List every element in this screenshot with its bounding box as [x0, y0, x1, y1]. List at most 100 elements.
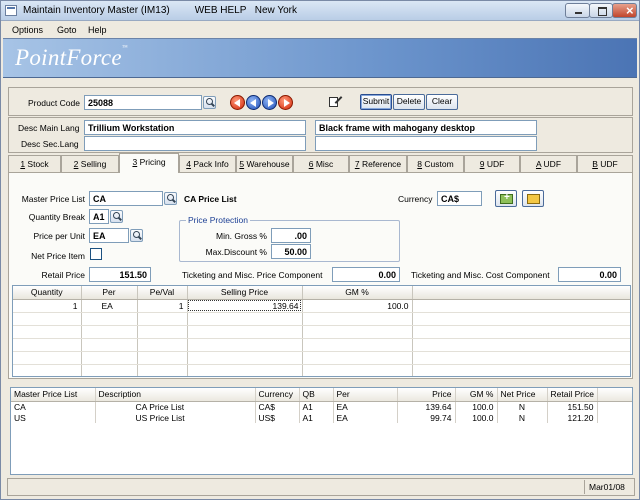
menu-options[interactable]: Options: [12, 25, 43, 35]
col-pe-val[interactable]: Pe/Val: [137, 286, 188, 300]
col-selling-price[interactable]: Selling Price: [187, 286, 303, 300]
submit-button[interactable]: Submit: [360, 94, 392, 110]
cell-selling-price[interactable]: 139.64: [187, 299, 303, 313]
list-cell-master: CA: [11, 401, 96, 412]
tab-warehouse[interactable]: 5 Warehouse: [236, 155, 293, 172]
menu-goto[interactable]: Goto: [57, 25, 77, 35]
price-break-grid[interactable]: Quantity Per Pe/Val Selling Price GM % 1…: [12, 285, 631, 377]
list-cell-price: 139.64: [397, 401, 456, 412]
list-cell-per: EA: [333, 401, 398, 412]
col-currency[interactable]: Currency: [255, 388, 300, 402]
table-row[interactable]: [13, 325, 630, 339]
col-price[interactable]: Price: [397, 388, 456, 402]
table-row[interactable]: [13, 338, 630, 352]
table-row[interactable]: 1 EA 1 139.64 100.0: [13, 299, 630, 313]
next-record-icon[interactable]: [262, 95, 277, 110]
tab-custom[interactable]: 8 Custom: [407, 155, 464, 172]
open-folder-button[interactable]: [522, 190, 544, 207]
col-quantity[interactable]: Quantity: [13, 286, 82, 300]
menu-help[interactable]: Help: [88, 25, 107, 35]
previous-record-icon[interactable]: [246, 95, 261, 110]
title-bar: Maintain Inventory Master (IM13) WEB HEL…: [1, 1, 639, 21]
master-price-list-label: Master Price List: [21, 194, 85, 204]
net-price-item-checkbox[interactable]: [90, 248, 102, 260]
min-gross-field[interactable]: .00: [271, 228, 311, 243]
product-code-field[interactable]: 25088: [84, 95, 202, 110]
add-price-list-button[interactable]: [495, 190, 517, 207]
delete-button[interactable]: Delete: [393, 94, 425, 110]
brand-banner: PointForce™: [3, 38, 637, 78]
col-net-price[interactable]: Net Price: [497, 388, 548, 402]
master-price-list-field[interactable]: CA: [89, 191, 163, 206]
desc-main-field-1[interactable]: Trillium Workstation: [84, 120, 306, 135]
table-row[interactable]: [13, 364, 630, 376]
min-gross-label: Min. Gross %: [215, 231, 267, 241]
cell-pe-val[interactable]: 1: [137, 299, 188, 313]
first-record-icon[interactable]: [230, 95, 245, 110]
product-code-label: Product Code: [28, 98, 80, 108]
table-row[interactable]: [13, 351, 630, 365]
table-row[interactable]: [13, 312, 630, 326]
col-qb[interactable]: QB: [299, 388, 334, 402]
list-cell-net-price: N: [497, 412, 548, 423]
edit-notes-icon[interactable]: [328, 94, 343, 108]
price-list-listview[interactable]: Master Price List Description Currency Q…: [10, 387, 633, 475]
quantity-break-field[interactable]: A1: [89, 209, 109, 224]
col-description[interactable]: Description: [95, 388, 256, 402]
tab-selling[interactable]: 2 Selling: [61, 155, 119, 172]
col-per[interactable]: Per: [81, 286, 138, 300]
col-master-price-list[interactable]: Master Price List: [11, 388, 96, 402]
tab-misc[interactable]: 6 Misc: [293, 155, 349, 172]
list-cell-qb: A1: [299, 401, 334, 412]
ticketing-cost-field[interactable]: 0.00: [558, 267, 621, 282]
menu-bar: Options Goto Help: [1, 22, 639, 38]
col-retail-price[interactable]: Retail Price: [547, 388, 598, 402]
tab-udf-a[interactable]: A UDF: [520, 155, 577, 172]
maximize-button[interactable]: [589, 3, 613, 18]
list-item[interactable]: US US Price List US$ A1 EA 99.74 100.0 N…: [11, 412, 632, 423]
minimize-button[interactable]: [565, 3, 590, 18]
list-cell-currency: US$: [255, 412, 300, 423]
desc-sec-field-2[interactable]: [315, 136, 537, 151]
master-price-list-search-icon[interactable]: [164, 192, 177, 205]
tab-udf-9[interactable]: 9 UDF: [464, 155, 520, 172]
tab-udf-b[interactable]: B UDF: [577, 155, 633, 172]
ticketing-price-field[interactable]: 0.00: [332, 267, 400, 282]
retail-price-field[interactable]: 151.50: [89, 267, 151, 282]
desc-sec-field-1[interactable]: [84, 136, 306, 151]
currency-field[interactable]: CA$: [437, 191, 482, 206]
logo-text: PointForce: [15, 45, 122, 70]
desc-main-label: Desc Main Lang: [18, 123, 80, 133]
close-button[interactable]: [612, 3, 637, 18]
web-help-text: WEB HELP: [194, 5, 247, 16]
location-text: New York: [254, 5, 298, 16]
currency-label: Currency: [398, 194, 433, 204]
cell-quantity[interactable]: 1: [13, 299, 82, 313]
tab-reference[interactable]: 7 Reference: [349, 155, 407, 172]
list-cell-retail-price: 121.20: [547, 412, 598, 423]
price-break-table: Quantity Per Pe/Val Selling Price GM % 1…: [13, 286, 630, 376]
col-filler: [412, 286, 630, 300]
cell-gm-pct[interactable]: 100.0: [302, 299, 413, 313]
list-cell-gm: 100.0: [455, 401, 498, 412]
cell-per[interactable]: EA: [81, 299, 138, 313]
col-gm-pct[interactable]: GM %: [302, 286, 413, 300]
list-cell-currency: CA$: [255, 401, 300, 412]
clear-button[interactable]: Clear: [426, 94, 458, 110]
list-cell-retail-price: 151.50: [547, 401, 598, 412]
tab-pack-info[interactable]: 4 Pack Info: [179, 155, 236, 172]
last-record-icon[interactable]: [278, 95, 293, 110]
col-per[interactable]: Per: [333, 388, 398, 402]
quantity-break-search-icon[interactable]: [110, 210, 123, 223]
max-discount-field[interactable]: 50.00: [271, 244, 311, 259]
window-title: Maintain Inventory Master (IM13) WEB HEL…: [23, 5, 297, 16]
tab-pricing[interactable]: 3 Pricing: [119, 153, 179, 173]
desc-main-field-2[interactable]: Black frame with mahogany desktop: [315, 120, 537, 135]
price-per-unit-search-icon[interactable]: [130, 229, 143, 242]
app-window-icon: [5, 5, 17, 16]
list-item[interactable]: CA CA Price List CA$ A1 EA 139.64 100.0 …: [11, 401, 632, 412]
product-code-search-icon[interactable]: [203, 96, 216, 109]
col-gm-pct[interactable]: GM %: [455, 388, 498, 402]
price-per-unit-field[interactable]: EA: [89, 228, 129, 243]
tab-stock[interactable]: 1 Stock: [8, 155, 61, 172]
